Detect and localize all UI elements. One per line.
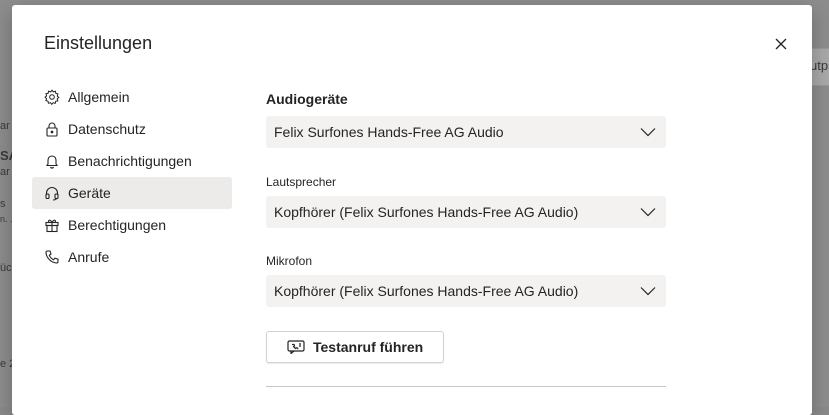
nav-item-label: Benachrichtigungen (68, 153, 192, 169)
microphone-value: Kopfhörer (Felix Surfones Hands-Free AG … (274, 283, 579, 299)
microphone-label: Mikrofon (266, 254, 313, 268)
dialog-title: Einstellungen (44, 33, 153, 53)
lock-icon (44, 121, 60, 137)
gear-icon (44, 89, 60, 105)
nav-item-geraete[interactable]: Geräte (32, 177, 232, 209)
audio-device-value: Felix Surfones Hands-Free AG Audio (274, 124, 504, 140)
speaker-value: Kopfhörer (Felix Surfones Hands-Free AG … (274, 204, 579, 220)
nav-item-benachrichtigungen[interactable]: Benachrichtigungen (32, 145, 232, 177)
background-text: utp (810, 58, 829, 73)
nav-item-anrufe[interactable]: Anrufe (32, 241, 232, 273)
nav-item-datenschutz[interactable]: Datenschutz (32, 113, 232, 145)
test-call-button[interactable]: Testanruf führen (266, 331, 445, 363)
nav-item-allgemein[interactable]: Allgemein (32, 81, 232, 113)
speaker-label: Lautsprecher (266, 175, 337, 189)
microphone-select[interactable]: Kopfhörer (Felix Surfones Hands-Free AG … (266, 275, 666, 307)
nav-item-label: Datenschutz (68, 121, 146, 137)
background-text: s (0, 198, 6, 210)
audio-device-select[interactable]: Felix Surfones Hands-Free AG Audio (266, 116, 666, 148)
devices-panel: Audiogeräte Felix Surfones Hands-Free AG… (266, 91, 666, 387)
bell-icon (44, 153, 60, 169)
settings-dialog: Einstellungen Allgemein Datenschutz Bena… (12, 5, 812, 415)
close-button[interactable] (770, 33, 792, 55)
phone-icon (44, 249, 60, 265)
background-text: ar (0, 166, 10, 178)
close-icon (775, 38, 787, 50)
settings-nav: Allgemein Datenschutz Benachrichtigungen (32, 81, 232, 273)
speaker-select[interactable]: Kopfhörer (Felix Surfones Hands-Free AG … (266, 196, 666, 228)
background-text: üc (0, 262, 12, 274)
chevron-down-icon (640, 287, 656, 296)
chevron-down-icon (640, 128, 656, 137)
nav-item-label: Geräte (68, 185, 111, 201)
headset-icon (44, 185, 60, 201)
background-text: ar (0, 120, 10, 132)
nav-item-label: Anrufe (68, 249, 110, 265)
chevron-down-icon (640, 208, 656, 217)
nav-item-label: Allgemein (68, 89, 130, 105)
test-call-label: Testanruf führen (313, 339, 424, 355)
audio-devices-title: Audiogeräte (266, 91, 348, 107)
test-call-icon (287, 340, 305, 354)
gift-box-icon (44, 217, 60, 233)
nav-item-label: Berechtigungen (68, 217, 167, 233)
section-divider (266, 386, 666, 387)
nav-item-berechtigungen[interactable]: Berechtigungen (32, 209, 232, 241)
